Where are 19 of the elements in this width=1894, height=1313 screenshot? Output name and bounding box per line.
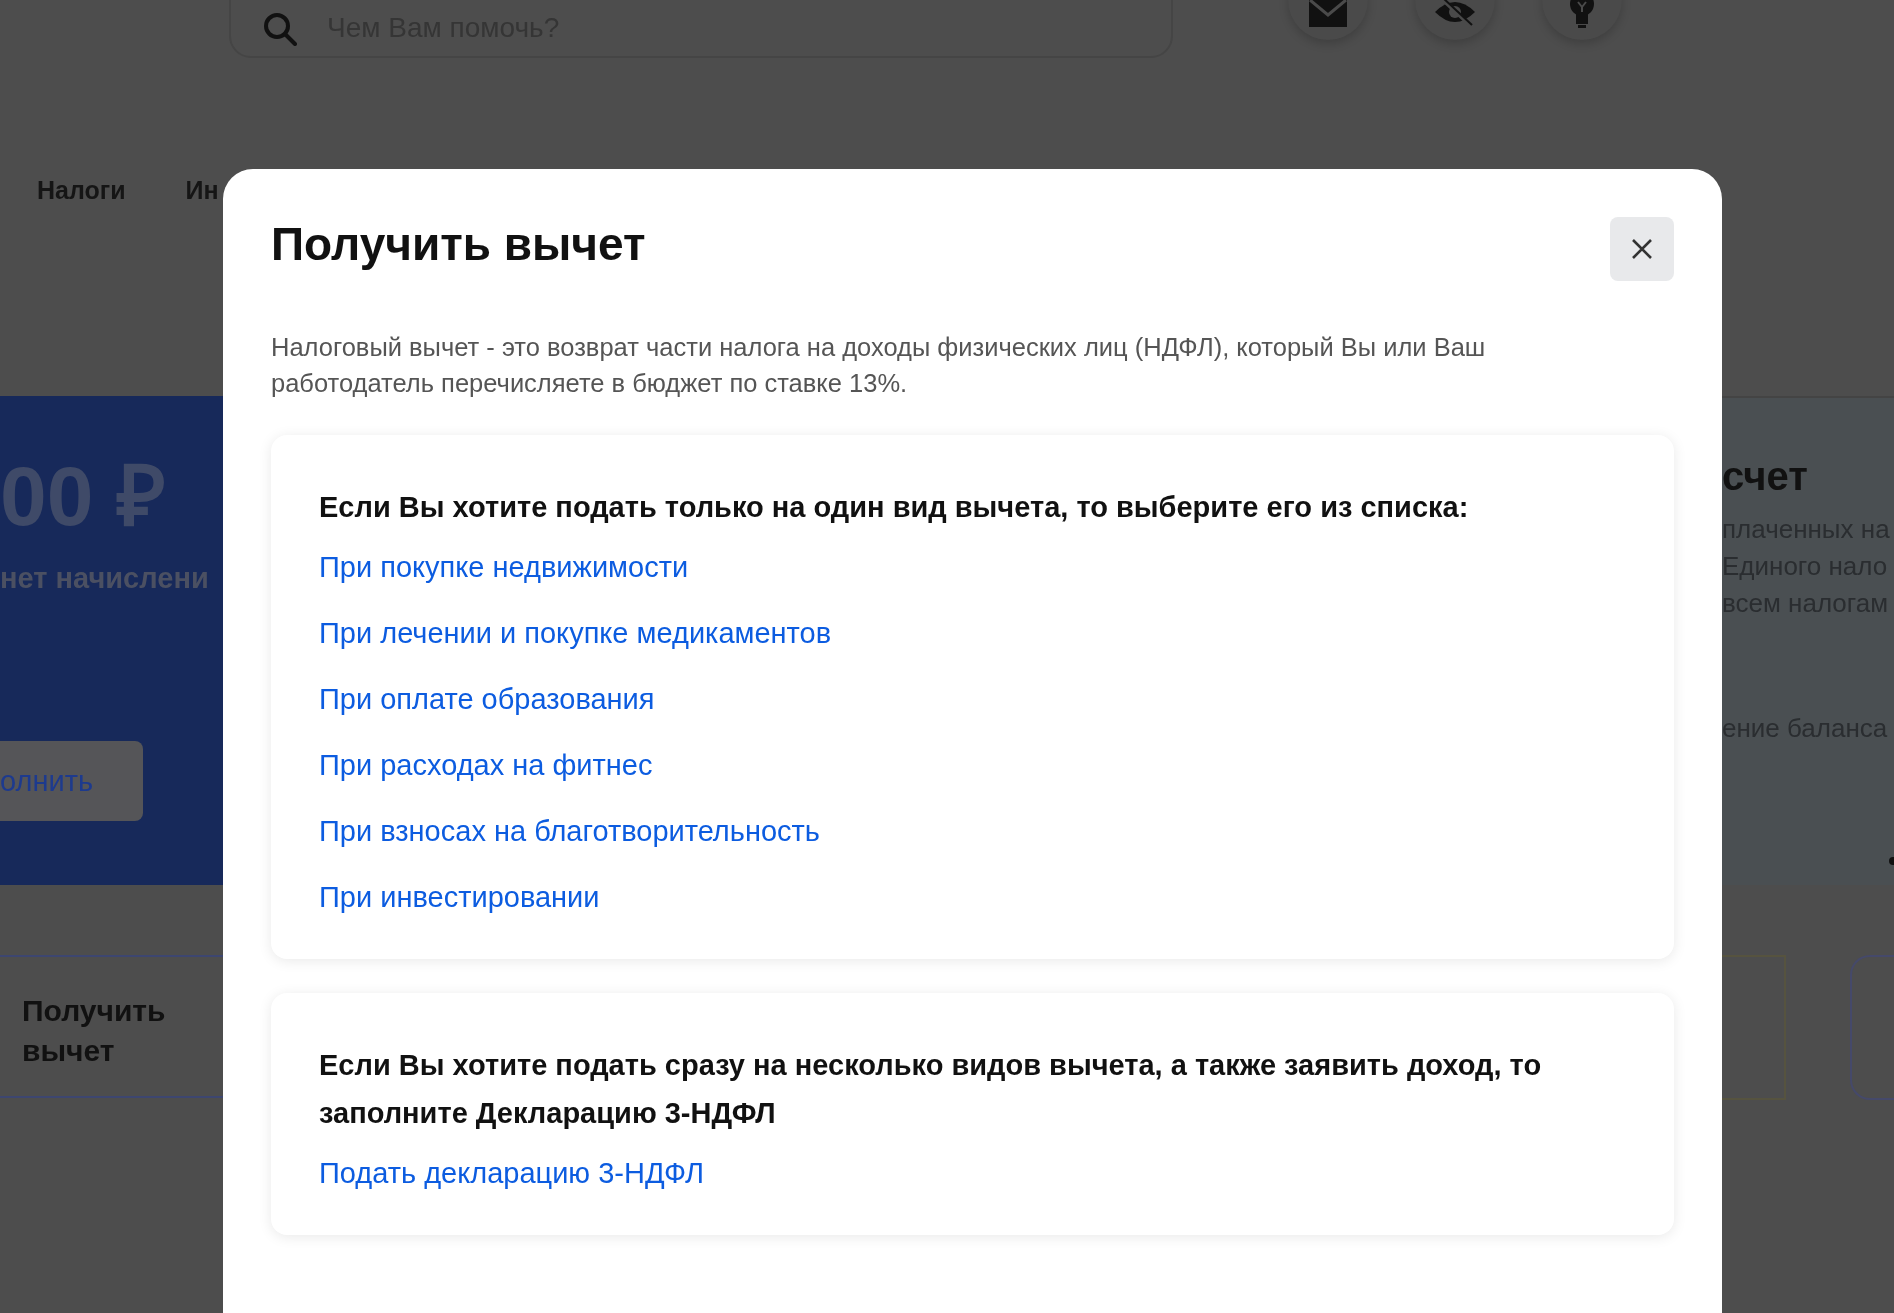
deduction-link[interactable]: При покупке недвижимости — [319, 549, 689, 585]
card-heading: Если Вы хотите подать только на один вид вычета, то выберите его из списка: — [319, 490, 1470, 525]
lightbulb-icon — [1567, 0, 1597, 28]
eye-icon — [1433, 0, 1477, 28]
deduction-link[interactable]: При оплате образования — [319, 681, 655, 717]
modal-title: Получить вычет — [271, 217, 646, 271]
deduction-link[interactable]: При взносах на благотворительность — [319, 813, 820, 849]
close-icon — [1631, 238, 1653, 260]
close-button[interactable] — [1610, 217, 1674, 281]
search-icon — [263, 12, 297, 46]
card-heading: Если Вы хотите подать сразу на несколько видов вычета, а также заявить доход, то заполните Декларацию 3-НДФЛ — [319, 1048, 1543, 1131]
deduction-link[interactable]: При расходах на фитнес — [319, 747, 653, 783]
card-title: счет — [1722, 454, 1809, 499]
deduction-link[interactable]: При инвестировании — [319, 879, 600, 915]
envelope-icon — [1308, 0, 1348, 28]
service-title: Получить вычет — [22, 993, 167, 1069]
deduction-link[interactable]: Подать декларацию 3-НДФЛ — [319, 1155, 705, 1191]
modal-description: Налоговый вычет - это возврат части налога на доходы физических лиц (НДФЛ), который Вы или Ваш работодатель перечисляете в бюджет по ставке 13%. — [271, 332, 1487, 399]
deduction-link[interactable]: При лечении и покупке медикаментов — [319, 615, 832, 651]
